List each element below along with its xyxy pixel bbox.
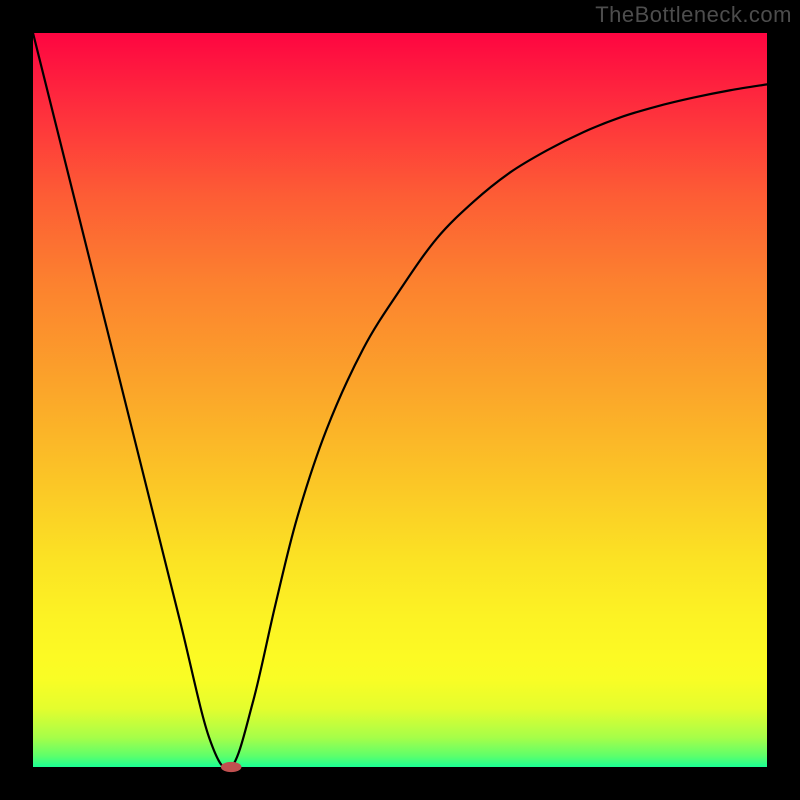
watermark-text: TheBottleneck.com	[595, 2, 792, 28]
plot-area	[33, 33, 767, 767]
bottleneck-chart-svg	[33, 33, 767, 767]
bottleneck-curve	[33, 33, 767, 769]
optimal-point-marker	[221, 762, 242, 772]
chart-frame: TheBottleneck.com	[0, 0, 800, 800]
